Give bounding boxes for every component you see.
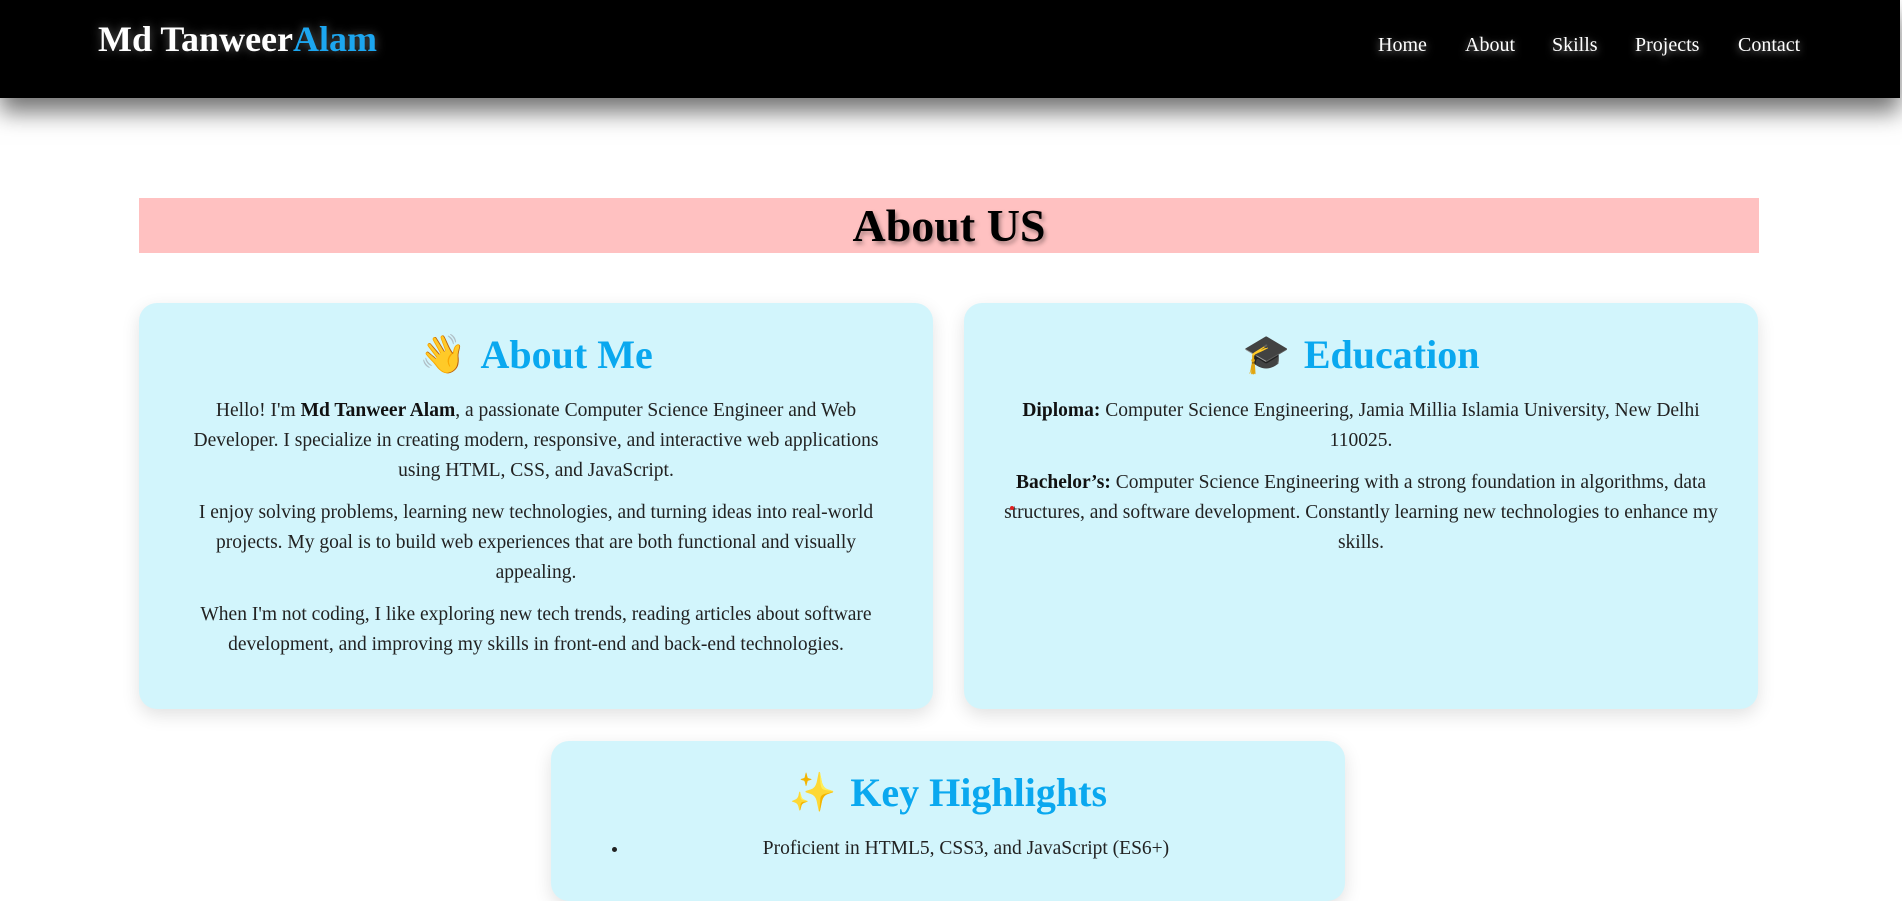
bachelor-label: Bachelor’s:: [1015, 472, 1111, 493]
highlights-list: Proficient in HTML5, CSS3, and JavaScrip…: [593, 834, 1303, 864]
education-diploma: Diploma: Computer Science Engineering, J…: [1004, 396, 1718, 456]
about-me-paragraph-1: Hello! I'm Md Tanweer Alam, a passionate…: [181, 396, 891, 486]
education-title: Education: [1303, 332, 1480, 377]
navbar: Md TanweerAlam Home About Skills Project…: [0, 0, 1900, 98]
about-me-paragraph-2: I enjoy solving problems, learning new t…: [198, 502, 874, 583]
nav-skills[interactable]: Skills: [1552, 34, 1598, 57]
nav-links: Home About Skills Projects Contact: [0, 34, 1900, 64]
sparkles-icon: ✨: [788, 770, 837, 814]
bachelor-text: Computer Science Engineering with a stro…: [1004, 472, 1718, 553]
about-me-paragraph-3: When I'm not coding, I like exploring ne…: [200, 604, 872, 655]
education-heading: 🎓 Education: [1004, 331, 1718, 378]
nav-projects[interactable]: Projects: [1635, 34, 1699, 57]
cursor-dot: [1010, 506, 1014, 510]
key-highlights-heading: ✨ Key Highlights: [593, 769, 1303, 816]
key-highlights-title: Key Highlights: [850, 770, 1108, 815]
page-title: About US: [852, 200, 1046, 251]
about-me-title: About Me: [480, 332, 653, 377]
waving-hand-icon: 👋: [419, 332, 467, 376]
graduation-cap-icon: 🎓: [1242, 332, 1290, 376]
diploma-text: Computer Science Engineering, Jamia Mill…: [1100, 400, 1700, 451]
about-me-p1-intro: Hello! I'm: [215, 400, 301, 421]
list-item: Proficient in HTML5, CSS3, and JavaScrip…: [629, 834, 1303, 864]
about-me-name: Md Tanweer Alam: [300, 400, 456, 421]
key-highlights-card: ✨ Key Highlights Proficient in HTML5, CS…: [551, 741, 1345, 901]
nav-home[interactable]: Home: [1378, 34, 1427, 57]
education-bachelor: Bachelor’s: Computer Science Engineering…: [1004, 468, 1718, 558]
about-me-card: 👋 About Me Hello! I'm Md Tanweer Alam, a…: [139, 303, 933, 709]
about-banner: About US: [139, 198, 1759, 253]
nav-contact[interactable]: Contact: [1738, 34, 1800, 57]
about-me-heading: 👋 About Me: [181, 331, 891, 378]
diploma-label: Diploma:: [1022, 400, 1101, 421]
education-card: 🎓 Education Diploma: Computer Science En…: [964, 303, 1758, 709]
nav-about[interactable]: About: [1465, 34, 1515, 57]
